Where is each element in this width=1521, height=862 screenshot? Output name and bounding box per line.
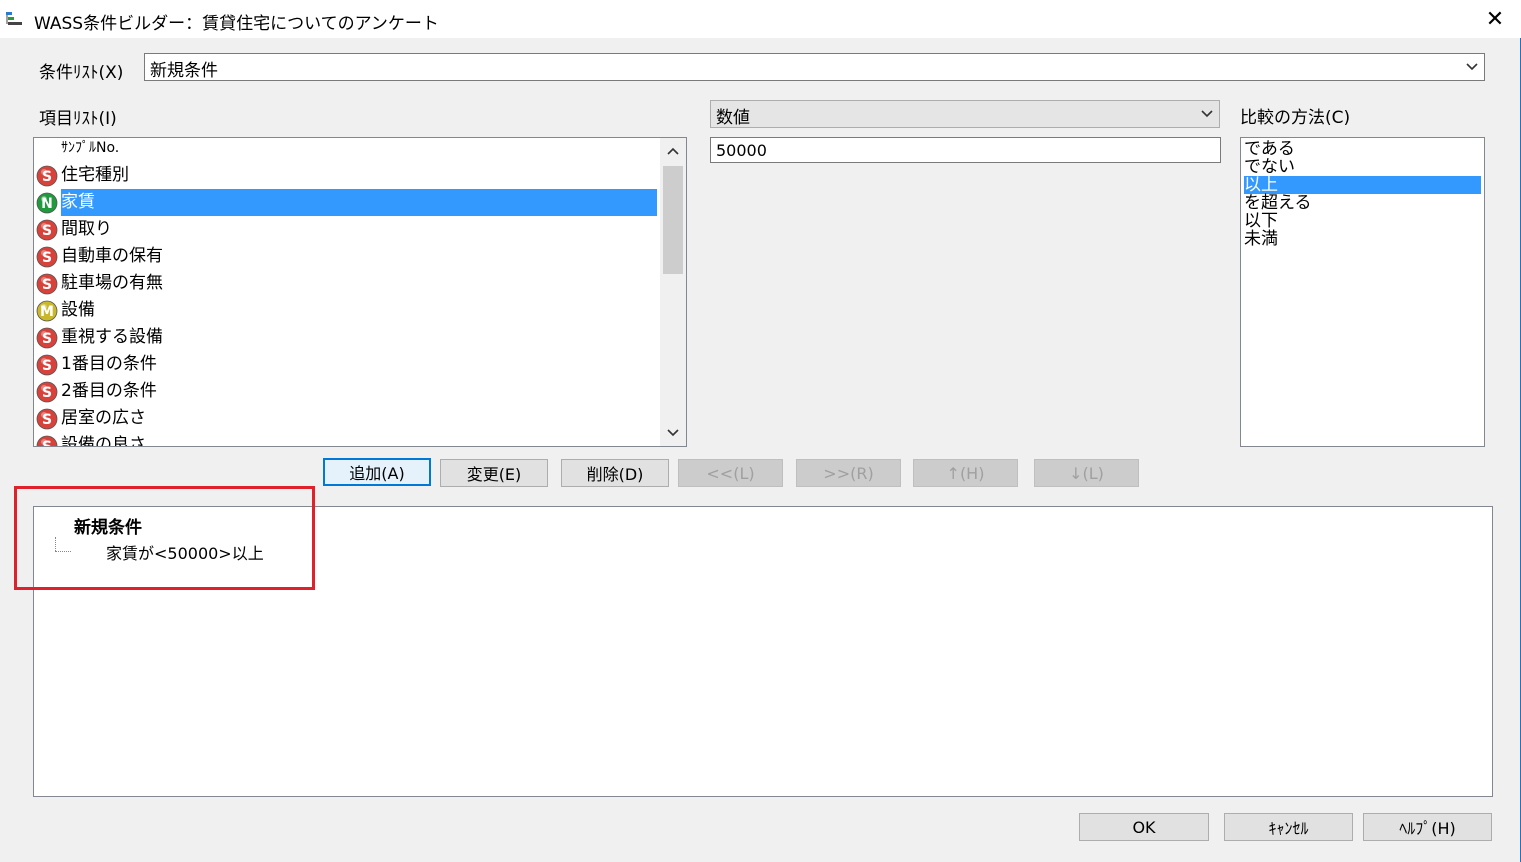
- item-list-row[interactable]: S 1番目の条件: [36, 351, 161, 378]
- comparison-option[interactable]: 以上: [1244, 176, 1481, 194]
- svg-text:S: S: [42, 358, 52, 374]
- item-list-scrollbar[interactable]: [660, 138, 686, 446]
- value-type-combo[interactable]: 数値: [710, 100, 1220, 128]
- type-s-badge-icon: S: [36, 354, 58, 376]
- type-s-badge-icon: S: [36, 273, 58, 295]
- tree-root-node[interactable]: 新規条件: [74, 513, 142, 538]
- item-list-row[interactable]: S 重視する設備: [36, 324, 167, 351]
- item-list-row[interactable]: S 設備の良さ: [36, 432, 150, 448]
- type-s-badge-icon: S: [36, 165, 58, 187]
- tree-child-node[interactable]: 家賃が<50000>以上: [106, 540, 264, 564]
- svg-text:M: M: [40, 304, 54, 320]
- type-s-badge-icon: S: [36, 219, 58, 241]
- tree-connector: [55, 551, 71, 552]
- type-m-badge-icon: M: [36, 300, 58, 322]
- type-n-badge-icon: N: [36, 192, 58, 214]
- item-label: 設備の良さ: [61, 435, 146, 447]
- cancel-button[interactable]: ｷｬﾝｾﾙ: [1224, 813, 1353, 841]
- ok-button[interactable]: OK: [1079, 813, 1209, 841]
- item-list-row[interactable]: S 駐車場の有無: [36, 270, 167, 297]
- value-type-value: 数値: [716, 108, 750, 128]
- type-s-badge-icon: S: [36, 381, 58, 403]
- svg-text:S: S: [42, 277, 52, 293]
- item-listbox[interactable]: ｻﾝﾌﾟﾙNo. S 住宅種別 N 家賃 S 間取り S 自動車の保有 S 駐車場の有無 M 設備 S 重視…: [33, 137, 687, 447]
- svg-text:S: S: [42, 385, 52, 401]
- item-label: 間取り: [61, 219, 112, 239]
- comparison-option[interactable]: でない: [1244, 158, 1297, 176]
- chevron-down-icon: [1201, 110, 1213, 118]
- item-label: 重視する設備: [61, 327, 163, 347]
- svg-text:S: S: [42, 250, 52, 266]
- scroll-up-button[interactable]: [660, 138, 686, 164]
- item-label: 自動車の保有: [61, 246, 163, 266]
- svg-text:N: N: [41, 196, 53, 212]
- condition-list-label: 条件ﾘｽﾄ(X): [39, 63, 124, 83]
- item-list-row[interactable]: M 設備: [36, 297, 99, 324]
- title-bar: WASS条件ビルダー：賃貸住宅についてのアンケート ✕: [0, 0, 1521, 38]
- add-button[interactable]: 追加(A): [323, 458, 431, 486]
- item-label: 設備: [61, 300, 95, 320]
- type-s-badge-icon: S: [36, 435, 58, 448]
- close-button[interactable]: ✕: [1469, 0, 1521, 38]
- item-label: 家賃: [61, 189, 657, 216]
- chevron-down-icon: [1466, 63, 1478, 71]
- item-label: 居室の広さ: [61, 408, 146, 428]
- item-list-row[interactable]: S 自動車の保有: [36, 243, 167, 270]
- comparison-option[interactable]: を超える: [1244, 194, 1314, 212]
- chevron-down-icon: [667, 429, 679, 437]
- item-list-row[interactable]: S 居室の広さ: [36, 405, 150, 432]
- condition-list-combo[interactable]: 新規条件: [144, 53, 1485, 81]
- type-s-badge-icon: S: [36, 327, 58, 349]
- item-label: ｻﾝﾌﾟﾙNo.: [61, 140, 120, 156]
- condition-tree-panel[interactable]: 新規条件 家賃が<50000>以上: [33, 506, 1493, 797]
- item-label: 住宅種別: [61, 165, 129, 185]
- item-label: 1番目の条件: [61, 354, 157, 374]
- item-list-row[interactable]: S 2番目の条件: [36, 378, 161, 405]
- comparison-option[interactable]: 未満: [1244, 230, 1280, 248]
- move-down-button[interactable]: ↓(L): [1034, 459, 1139, 487]
- item-list-label: 項目ﾘｽﾄ(I): [39, 109, 117, 129]
- condition-list-value: 新規条件: [150, 61, 218, 81]
- shift-left-button[interactable]: <<(L): [678, 459, 783, 487]
- comparison-listbox[interactable]: である でない 以上 を超える 以下 未満: [1240, 137, 1485, 447]
- svg-text:S: S: [42, 331, 52, 347]
- value-input-box[interactable]: [710, 137, 1221, 163]
- shift-right-button[interactable]: >>(R): [796, 459, 901, 487]
- svg-text:S: S: [42, 169, 52, 185]
- comparison-option[interactable]: 以下: [1244, 212, 1280, 230]
- svg-text:S: S: [42, 223, 52, 239]
- type-s-badge-icon: S: [36, 408, 58, 430]
- item-label: 2番目の条件: [61, 381, 157, 401]
- item-list-row[interactable]: S 間取り: [36, 216, 116, 243]
- change-button[interactable]: 変更(E): [440, 459, 548, 487]
- scroll-thumb[interactable]: [663, 166, 683, 274]
- chevron-up-icon: [667, 147, 679, 155]
- item-list-row[interactable]: N 家賃: [36, 189, 657, 216]
- item-list-row[interactable]: ｻﾝﾌﾟﾙNo.: [36, 138, 123, 162]
- help-button[interactable]: ﾍﾙﾌﾟ(H): [1363, 813, 1492, 841]
- move-up-button[interactable]: ↑(H): [913, 459, 1018, 487]
- tree-connector: [55, 537, 56, 551]
- delete-button[interactable]: 削除(D): [561, 459, 669, 487]
- item-list-row[interactable]: S 住宅種別: [36, 162, 133, 189]
- item-label: 駐車場の有無: [61, 273, 163, 293]
- close-icon: ✕: [1485, 6, 1505, 32]
- svg-text:S: S: [42, 439, 52, 448]
- value-input[interactable]: [711, 138, 1220, 162]
- type-s-badge-icon: S: [36, 246, 58, 268]
- window-title: WASS条件ビルダー：賃貸住宅についてのアンケート: [34, 14, 439, 34]
- comparison-option[interactable]: である: [1244, 140, 1297, 158]
- app-icon: [6, 12, 22, 25]
- comparison-label: 比較の方法(C): [1240, 108, 1351, 128]
- scroll-down-button[interactable]: [660, 420, 686, 446]
- svg-text:S: S: [42, 412, 52, 428]
